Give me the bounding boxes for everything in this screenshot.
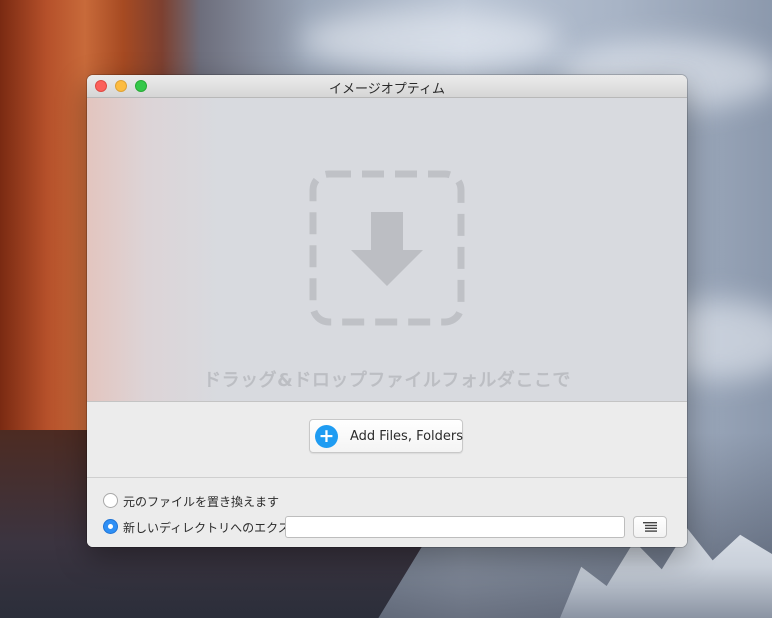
title-bar[interactable]: イメージオプティム: [87, 75, 687, 98]
list-icon: [643, 522, 657, 532]
export-directory-radio[interactable]: [103, 519, 118, 534]
drop-hint-text: ドラッグ&ドロップファイルフォルダここで: [203, 370, 571, 391]
browse-directory-button[interactable]: [633, 516, 667, 538]
add-files-folders-button[interactable]: + Add Files, Folders: [309, 419, 463, 453]
replace-originals-label: 元のファイルを置き換えます: [123, 495, 280, 509]
add-files-area: + Add Files, Folders: [87, 402, 687, 478]
export-path-input[interactable]: [285, 516, 625, 538]
window-title: イメージオプティム: [329, 82, 445, 97]
cloud: [300, 10, 560, 70]
replace-originals-radio[interactable]: [103, 493, 118, 508]
app-window: イメージオプティム ドラッグ&ドロップファイルフォルダここで + Add Fil…: [87, 75, 687, 547]
export-directory-label: 新しいディレクトリへのエクスポート: [123, 521, 287, 535]
add-files-folders-label: Add Files, Folders: [350, 429, 464, 444]
output-options: 元のファイルを置き換えます 新しいディレクトリへのエクスポート: [87, 478, 687, 547]
drop-zone[interactable]: ドラッグ&ドロップファイルフォルダここで: [87, 98, 687, 402]
plus-icon: +: [315, 425, 338, 448]
drop-download-arrow-icon: [309, 170, 465, 326]
